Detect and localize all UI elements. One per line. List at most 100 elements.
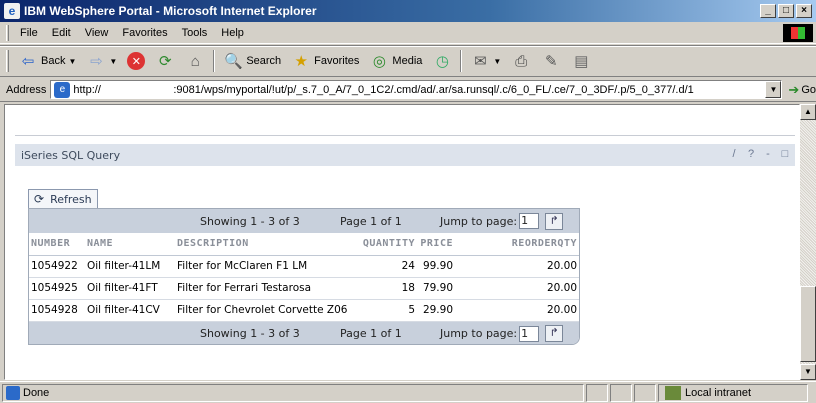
search-label: Search [246,55,282,67]
refresh-button[interactable]: ⟳ Refresh [28,189,98,209]
col-price[interactable]: PRICE [417,233,455,256]
status-zone: Local intranet [658,383,808,402]
media-label: Media [392,55,423,67]
scroll-thumb[interactable] [800,286,816,362]
menu-favorites[interactable]: Favorites [115,27,174,39]
showing-text: Showing 1 - 3 of 3 [200,327,300,340]
favorites-star-icon: ★ [294,53,308,70]
forward-dropdown-icon[interactable]: ▼ [109,57,117,66]
media-button[interactable]: ◎ Media [364,48,427,74]
jump-label: Jump to page: [440,214,518,228]
discuss-icon: ▤ [574,53,589,70]
showing-text: Showing 1 - 3 of 3 [200,214,300,228]
cell-quantity: 24 [355,255,417,278]
cell-name: Oil filter-41LM [85,255,175,278]
results-table-container: Showing 1 - 3 of 3 Page 1 of 1 Jump to p… [28,208,580,345]
back-dropdown-icon[interactable]: ▼ [68,57,76,66]
stop-icon: ✕ [127,52,146,70]
results-table: NUMBER NAME DESCRIPTION QUANTITY PRICE R… [29,233,579,322]
refresh-browser-button[interactable]: ⟳ [150,48,180,74]
page-of-text: Page 1 of 1 [340,327,402,340]
cell-reorderqty: 20.00 [455,299,579,322]
col-quantity[interactable]: QUANTITY [355,233,417,256]
cell-quantity: 18 [355,277,417,300]
windows-logo-icon [783,24,813,42]
jump-page-input[interactable]: 1 [519,325,540,342]
scroll-up-button[interactable]: ▲ [800,104,816,120]
divider [15,135,795,136]
back-label: Back [41,55,66,67]
menu-grip [6,24,9,41]
address-dropdown-button[interactable]: ▼ [765,81,782,98]
cell-description: Filter for McClaren F1 LM [175,255,355,278]
minimize-portlet-icon[interactable]: - [762,148,774,160]
jump-go-button[interactable]: ↱ [545,212,564,230]
close-button[interactable]: × [796,4,812,18]
col-name[interactable]: NAME [85,233,175,256]
stop-button[interactable]: ✕ [122,48,150,74]
favorites-label: Favorites [314,55,360,67]
cell-reorderqty: 20.00 [455,277,579,300]
zone-text: Local intranet [685,386,752,399]
edit-button[interactable]: ✎ [536,48,566,74]
scroll-down-button[interactable]: ▼ [800,364,816,380]
discuss-button[interactable]: ▤ [566,48,596,74]
cell-number: 1054928 [29,299,85,322]
cell-price: 99.90 [417,255,455,278]
cell-reorderqty: 20.00 [455,255,579,278]
help-icon[interactable]: ? [745,148,757,160]
cell-number: 1054922 [29,255,85,278]
menu-edit[interactable]: Edit [45,27,78,39]
forward-arrow-icon: ⇨ [90,53,103,70]
menu-view[interactable]: View [78,27,116,39]
vertical-scrollbar[interactable]: ▲ ▼ [800,104,816,380]
history-button[interactable]: ◷ [427,48,457,74]
status-bar: Done Local intranet [0,381,816,403]
forward-button[interactable]: ⇨ ▼ [81,48,122,74]
col-number[interactable]: NUMBER [29,233,85,256]
print-icon: ⎙ [515,52,528,70]
portlet-title-bar: iSeries SQL Query / ? - □ [15,144,795,166]
print-button[interactable]: ⎙ [506,48,536,74]
history-icon: ◷ [435,53,449,70]
col-reorderqty[interactable]: REORDERQTY [455,233,579,256]
cell-name: Oil filter-41CV [85,299,175,322]
status-main: Done [2,383,584,402]
go-button[interactable]: ➔ Go [788,82,816,98]
mail-dropdown-icon[interactable]: ▼ [493,57,501,66]
edit-page-icon: ✎ [545,53,558,70]
table-row: 1054928 Oil filter-41CV Filter for Chevr… [29,299,579,322]
address-input[interactable]: e http:// :9081/wps/myportal/!ut/p/_s.7_… [50,80,783,99]
minimize-button[interactable]: _ [760,4,776,18]
table-row: 1054922 Oil filter-41LM Filter for McCla… [29,255,579,278]
intranet-icon [665,385,681,400]
jump-page-input[interactable]: 1 [519,213,540,229]
cell-description: Filter for Chevrolet Corvette Z06 [175,299,355,322]
mail-icon: ✉ [474,53,487,70]
status-text: Done [23,386,50,399]
maximize-button[interactable]: □ [778,4,794,18]
cell-quantity: 5 [355,299,417,322]
back-arrow-icon: ⇦ [21,53,35,70]
go-arrow-icon: ➔ [788,81,800,97]
menu-help[interactable]: Help [214,27,251,39]
pager-top: Showing 1 - 3 of 3 Page 1 of 1 Jump to p… [29,209,579,233]
edit-portlet-icon[interactable]: / [728,148,740,160]
menu-file[interactable]: File [13,27,45,39]
cell-price: 79.90 [417,277,455,300]
mail-button[interactable]: ✉ ▼ [465,48,506,74]
col-description[interactable]: DESCRIPTION [175,233,355,256]
home-button[interactable]: ⌂ [180,48,210,74]
favorites-button[interactable]: ★ Favorites [286,48,364,74]
search-button[interactable]: 🔍 Search [218,48,286,74]
search-icon: 🔍 [223,53,243,70]
address-label: Address [6,83,47,96]
maximize-portlet-icon[interactable]: □ [779,148,791,160]
back-button[interactable]: ⇦ Back ▼ [13,48,81,74]
cell-price: 29.90 [417,299,455,322]
pager-bottom: Showing 1 - 3 of 3 Page 1 of 1 Jump to p… [29,321,579,344]
menu-tools[interactable]: Tools [175,27,215,39]
address-bar: Address e http:// :9081/wps/myportal/!ut… [0,78,816,102]
toolbar-separator [460,50,463,72]
jump-go-button[interactable]: ↱ [545,325,564,342]
